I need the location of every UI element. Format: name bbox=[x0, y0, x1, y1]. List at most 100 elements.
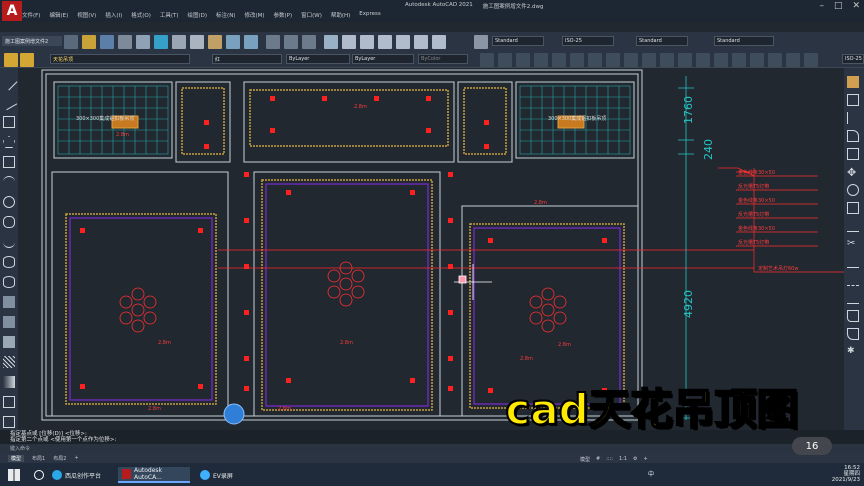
taskbar-app-xigua[interactable]: 西瓜创作平台 bbox=[48, 467, 112, 483]
menu-view[interactable]: 视图(V) bbox=[77, 11, 96, 19]
gradient-icon[interactable] bbox=[3, 376, 15, 388]
design-center-icon[interactable] bbox=[342, 35, 356, 49]
menu-edit[interactable]: 编辑(E) bbox=[49, 11, 68, 19]
dim-text-edit-icon[interactable] bbox=[768, 53, 782, 67]
tool-palette-icon[interactable] bbox=[360, 35, 374, 49]
paste-icon[interactable] bbox=[208, 35, 222, 49]
rectangle-icon[interactable] bbox=[3, 156, 15, 168]
dim-quick-icon[interactable] bbox=[624, 53, 638, 67]
menu-file[interactable]: 文件(F) bbox=[22, 11, 40, 19]
line-icon[interactable] bbox=[0, 73, 18, 91]
dim-arc-icon[interactable] bbox=[516, 53, 530, 67]
ime-indicator[interactable]: 中 bbox=[648, 469, 654, 478]
dim-space-icon[interactable] bbox=[678, 53, 692, 67]
dim-jogged-icon[interactable] bbox=[570, 53, 584, 67]
minimize-icon[interactable]: – bbox=[819, 1, 824, 11]
linetype-select[interactable]: ByLayer bbox=[286, 54, 350, 64]
table-style-select[interactable]: Standard bbox=[636, 36, 688, 46]
command-input[interactable]: 键入命令 bbox=[0, 444, 864, 453]
tab-model[interactable]: 模型 bbox=[8, 454, 25, 462]
circle-icon[interactable] bbox=[3, 196, 15, 208]
open-folder-icon[interactable] bbox=[82, 35, 96, 49]
spline-icon[interactable] bbox=[3, 236, 15, 248]
erase-icon[interactable] bbox=[847, 76, 859, 88]
autocad-logo-icon[interactable]: A bbox=[2, 1, 22, 21]
chamfer-icon[interactable] bbox=[847, 310, 859, 322]
point-icon[interactable] bbox=[3, 336, 15, 348]
color-select[interactable]: 红 bbox=[212, 54, 282, 64]
scale-icon[interactable] bbox=[847, 202, 859, 214]
array-icon[interactable] bbox=[847, 148, 859, 160]
dim-update-icon[interactable] bbox=[786, 53, 800, 67]
menu-window[interactable]: 窗口(W) bbox=[301, 11, 322, 19]
search-button[interactable] bbox=[30, 467, 48, 483]
markup-icon[interactable] bbox=[396, 35, 410, 49]
preview-icon[interactable] bbox=[136, 35, 150, 49]
center-mark-icon[interactable] bbox=[714, 53, 728, 67]
dim-ordinate-icon[interactable] bbox=[534, 53, 548, 67]
lineweight-select[interactable]: ByLayer bbox=[352, 54, 414, 64]
stretch-icon[interactable] bbox=[847, 220, 859, 232]
rotate-icon[interactable] bbox=[847, 184, 859, 196]
ellipse-arc-icon[interactable] bbox=[3, 276, 15, 288]
text-style-select[interactable]: Standard bbox=[492, 36, 544, 46]
status-model[interactable]: 模型 bbox=[580, 456, 590, 463]
grid-toggle-icon[interactable]: # bbox=[596, 456, 600, 463]
dim-angular-icon[interactable] bbox=[606, 53, 620, 67]
dim-continue-icon[interactable] bbox=[660, 53, 674, 67]
region-icon[interactable] bbox=[3, 396, 15, 408]
menu-tools[interactable]: 工具(T) bbox=[160, 11, 179, 19]
menu-help[interactable]: 帮助(H) bbox=[331, 11, 350, 19]
menu-insert[interactable]: 插入(I) bbox=[105, 11, 122, 19]
snap-toggle-icon[interactable]: :::: bbox=[606, 456, 613, 463]
inspection-icon[interactable] bbox=[732, 53, 746, 67]
tab-layout2[interactable]: 布局2 bbox=[53, 455, 66, 462]
polygon-icon[interactable] bbox=[3, 136, 15, 148]
menu-parametric[interactable]: 参数(P) bbox=[274, 11, 293, 19]
polyline-icon[interactable] bbox=[3, 116, 15, 128]
xline-icon[interactable] bbox=[0, 93, 18, 111]
document-tab[interactable]: 施工图案例增文件2 bbox=[2, 36, 62, 46]
layer-state-icon[interactable] bbox=[20, 53, 34, 67]
fillet-icon[interactable] bbox=[847, 328, 859, 340]
menu-dimension[interactable]: 标注(N) bbox=[216, 11, 235, 19]
extend-icon[interactable] bbox=[847, 256, 859, 268]
taskbar-app-autocad[interactable]: Autodesk AutoCA... bbox=[118, 467, 190, 483]
annotation-scale[interactable]: 1:1 bbox=[619, 456, 627, 463]
close-icon[interactable]: ✕ bbox=[852, 1, 860, 11]
table-icon[interactable] bbox=[3, 416, 15, 428]
multileader-style-select[interactable]: Standard bbox=[714, 36, 774, 46]
redo-icon[interactable] bbox=[244, 35, 258, 49]
add-tab-icon[interactable]: + bbox=[74, 455, 78, 461]
dim-edit-icon[interactable] bbox=[750, 53, 764, 67]
plotstyle-select[interactable]: ByColor bbox=[418, 54, 468, 64]
explode-icon[interactable]: ✱ bbox=[847, 346, 859, 358]
offset-icon[interactable] bbox=[847, 130, 859, 142]
system-clock[interactable]: 16:52 星期四 2021/9/23 bbox=[832, 465, 860, 483]
dim-linear-icon[interactable] bbox=[480, 53, 494, 67]
dim-style-icon[interactable] bbox=[804, 53, 818, 67]
dim-style-select[interactable]: ISO-25 bbox=[562, 36, 614, 46]
copy-icon[interactable] bbox=[190, 35, 204, 49]
workspace-gear-icon[interactable]: ⚙ bbox=[633, 456, 637, 463]
start-button[interactable] bbox=[4, 467, 24, 483]
dim-diameter-icon[interactable] bbox=[588, 53, 602, 67]
save-icon[interactable] bbox=[100, 35, 114, 49]
cut-icon[interactable] bbox=[172, 35, 186, 49]
print-icon[interactable] bbox=[118, 35, 132, 49]
customize-icon[interactable]: + bbox=[644, 456, 648, 463]
ellipse-icon[interactable] bbox=[3, 256, 15, 268]
help-icon[interactable] bbox=[432, 35, 446, 49]
copy-object-icon[interactable] bbox=[847, 94, 859, 106]
sheetset-icon[interactable] bbox=[378, 35, 392, 49]
pan-icon[interactable] bbox=[266, 35, 280, 49]
tolerance-icon[interactable] bbox=[696, 53, 710, 67]
hatch-icon[interactable] bbox=[3, 356, 15, 368]
properties-icon[interactable] bbox=[324, 35, 338, 49]
new-file-icon[interactable] bbox=[64, 35, 78, 49]
revcloud-icon[interactable] bbox=[3, 216, 15, 228]
mirror-icon[interactable] bbox=[847, 112, 859, 124]
insert-block-icon[interactable] bbox=[3, 296, 15, 308]
layer-select[interactable]: 天花吊顶 bbox=[50, 54, 190, 64]
dim-radius-icon[interactable] bbox=[552, 53, 566, 67]
